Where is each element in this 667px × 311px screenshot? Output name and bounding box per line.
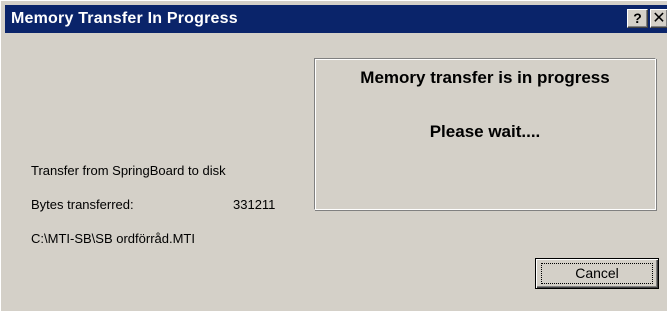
help-button[interactable]: ? bbox=[627, 9, 648, 28]
cancel-button-label: Cancel bbox=[575, 265, 619, 281]
cancel-button[interactable]: Cancel bbox=[535, 258, 659, 289]
wait-message: Please wait.... bbox=[429, 122, 541, 141]
title-bar[interactable]: Memory Transfer In Progress ? ✕ bbox=[5, 5, 667, 33]
transfer-direction-text: Transfer from SpringBoard to disk bbox=[31, 163, 226, 178]
close-button[interactable]: ✕ bbox=[650, 9, 667, 28]
message-panel: Memory transfer is in progress Please wa… bbox=[314, 58, 656, 210]
progress-message: Memory transfer is in progress bbox=[360, 68, 610, 87]
dialog-window: Memory Transfer In Progress ? ✕ Memory t… bbox=[0, 0, 667, 311]
window-title: Memory Transfer In Progress bbox=[11, 10, 238, 27]
bytes-transferred-label: Bytes transferred: bbox=[31, 197, 134, 212]
bytes-transferred-value: 331211 bbox=[233, 197, 276, 212]
help-icon: ? bbox=[633, 10, 642, 26]
file-path-text: C:\MTI-SB\SB ordförråd.MTI bbox=[31, 231, 195, 246]
close-icon: ✕ bbox=[652, 10, 666, 27]
